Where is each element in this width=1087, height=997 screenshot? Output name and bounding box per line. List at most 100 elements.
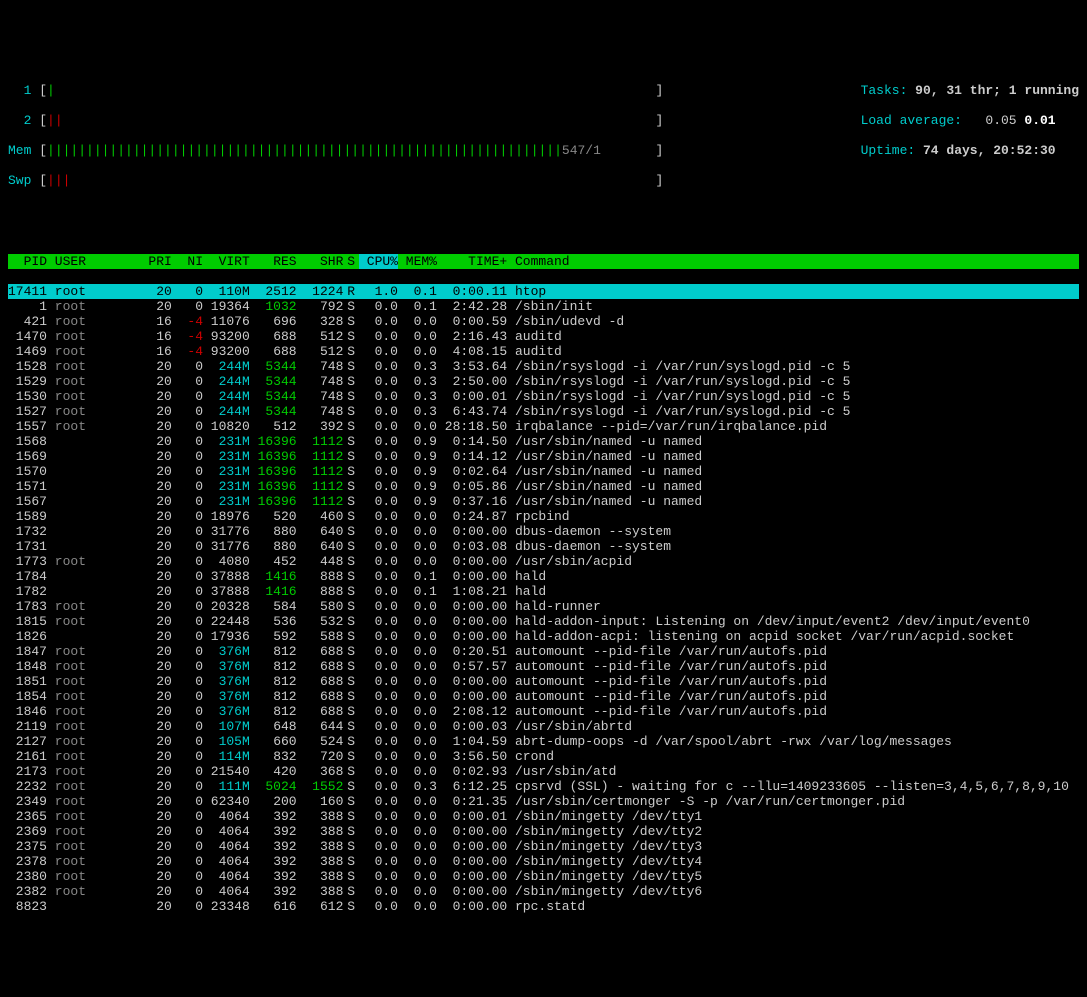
cell-mem: 0.0 — [398, 824, 437, 839]
cell-mem: 0.0 — [398, 524, 437, 539]
cell-ni: 0 — [172, 374, 203, 389]
table-row[interactable]: 2127root200105M660524S0.00.01:04.59abrt-… — [8, 734, 1079, 749]
table-row[interactable]: 1570200231M163961112S0.00.90:02.64/usr/s… — [8, 464, 1079, 479]
col-header-cpu[interactable]: CPU% — [359, 254, 398, 269]
table-row[interactable]: 2119root200107M648644S0.00.00:00.03/usr/… — [8, 719, 1079, 734]
cell-pid: 1568 — [8, 434, 47, 449]
table-row[interactable]: 1528root200244M5344748S0.00.33:53.64/sbi… — [8, 359, 1079, 374]
cell-virt: 62340 — [203, 794, 250, 809]
table-row[interactable]: 1470root16-493200688512S0.00.02:16.43aud… — [8, 329, 1079, 344]
cell-res: 200 — [250, 794, 297, 809]
table-row[interactable]: 2382root2004064392388S0.00.00:00.00/sbin… — [8, 884, 1079, 899]
table-row[interactable]: 2173root20021540420368S0.00.00:02.93/usr… — [8, 764, 1079, 779]
cell-cpu: 0.0 — [359, 344, 398, 359]
col-header-virt[interactable]: VIRT — [203, 254, 250, 269]
table-row[interactable]: 173220031776880640S0.00.00:00.00dbus-dae… — [8, 524, 1079, 539]
col-header-user[interactable]: USER — [47, 254, 133, 269]
swp-open: [ — [39, 173, 47, 188]
col-header-ni[interactable]: NI — [172, 254, 203, 269]
cell-pid: 1847 — [8, 644, 47, 659]
table-row[interactable]: 2378root2004064392388S0.00.00:00.00/sbin… — [8, 854, 1079, 869]
table-row[interactable]: 1557root20010820512392S0.00.028:18.50irq… — [8, 419, 1079, 434]
cell-mem: 0.0 — [398, 539, 437, 554]
table-row[interactable]: 182620017936592588S0.00.00:00.00hald-add… — [8, 629, 1079, 644]
table-row[interactable]: 1568200231M163961112S0.00.90:14.50/usr/s… — [8, 434, 1079, 449]
table-row[interactable]: 1571200231M163961112S0.00.90:05.86/usr/s… — [8, 479, 1079, 494]
cell-res: 1416 — [250, 569, 297, 584]
cell-shr: 580 — [297, 599, 344, 614]
process-table-body[interactable]: 17411root200110M25121224R1.00.10:00.11ht… — [8, 284, 1079, 914]
table-row[interactable]: 1530root200244M5344748S0.00.30:00.01/sbi… — [8, 389, 1079, 404]
cell-cpu: 0.0 — [359, 434, 398, 449]
table-row[interactable]: 1773root2004080452448S0.00.00:00.00/usr/… — [8, 554, 1079, 569]
cell-cpu: 0.0 — [359, 689, 398, 704]
col-header-pri[interactable]: PRI — [133, 254, 172, 269]
table-row[interactable]: 1815root20022448536532S0.00.00:00.00hald… — [8, 614, 1079, 629]
table-row[interactable]: 2349root20062340200160S0.00.00:21.35/usr… — [8, 794, 1079, 809]
table-row[interactable]: 17411root200110M25121224R1.00.10:00.11ht… — [8, 284, 1079, 299]
table-row[interactable]: 2161root200114M832720S0.00.03:56.50crond — [8, 749, 1079, 764]
cell-virt: 231M — [203, 479, 250, 494]
cell-mem: 0.0 — [398, 644, 437, 659]
col-header-mem[interactable]: MEM% — [398, 254, 437, 269]
cell-virt: 4064 — [203, 854, 250, 869]
col-header-time[interactable]: TIME+ — [437, 254, 507, 269]
table-row[interactable]: 1529root200244M5344748S0.00.32:50.00/sbi… — [8, 374, 1079, 389]
cell-cmd: automount --pid-file /var/run/autofs.pid — [507, 689, 827, 704]
table-row[interactable]: 1783root20020328584580S0.00.00:00.00hald… — [8, 599, 1079, 614]
table-row[interactable]: 421root16-411076696328S0.00.00:00.59/sbi… — [8, 314, 1079, 329]
table-row[interactable]: 158920018976520460S0.00.00:24.87rpcbind — [8, 509, 1079, 524]
table-row[interactable]: 2375root2004064392388S0.00.00:00.00/sbin… — [8, 839, 1079, 854]
cell-shr: 640 — [297, 524, 344, 539]
table-row[interactable]: 1848root200376M812688S0.00.00:57.57autom… — [8, 659, 1079, 674]
table-row[interactable]: 1784200378881416888S0.00.10:00.00hald — [8, 569, 1079, 584]
cell-mem: 0.0 — [398, 554, 437, 569]
cell-s: S — [343, 629, 359, 644]
cell-s: S — [343, 389, 359, 404]
table-row[interactable]: 1469root16-493200688512S0.00.04:08.15aud… — [8, 344, 1079, 359]
cell-user: root — [47, 614, 133, 629]
table-row[interactable]: 1851root200376M812688S0.00.00:00.00autom… — [8, 674, 1079, 689]
cell-time: 0:00.00 — [437, 839, 507, 854]
cell-time: 0:00.00 — [437, 554, 507, 569]
cell-mem: 0.0 — [398, 899, 437, 914]
cell-pid: 2161 — [8, 749, 47, 764]
table-row[interactable]: 1527root200244M5344748S0.00.36:43.74/sbi… — [8, 404, 1079, 419]
cell-mem: 0.0 — [398, 764, 437, 779]
process-table-header[interactable]: PIDUSERPRINIVIRTRESSHRSCPU%MEM%TIME+Comm… — [8, 254, 1079, 269]
col-header-cmd[interactable]: Command — [507, 254, 569, 269]
cell-pri: 20 — [133, 809, 172, 824]
table-row[interactable]: 1854root200376M812688S0.00.00:00.00autom… — [8, 689, 1079, 704]
table-row[interactable]: 1846root200376M812688S0.00.02:08.12autom… — [8, 704, 1079, 719]
col-header-pid[interactable]: PID — [8, 254, 47, 269]
table-row[interactable]: 1782200378881416888S0.00.11:08.21hald — [8, 584, 1079, 599]
cell-ni: 0 — [172, 734, 203, 749]
cell-user: root — [47, 599, 133, 614]
cell-res: 2512 — [250, 284, 297, 299]
table-row[interactable]: 2232root200111M50241552S0.00.36:12.25cps… — [8, 779, 1079, 794]
cpu1-bar: | — [47, 83, 55, 98]
cell-cpu: 0.0 — [359, 839, 398, 854]
table-row[interactable]: 1567200231M163961112S0.00.90:37.16/usr/s… — [8, 494, 1079, 509]
table-row[interactable]: 882320023348616612S0.00.00:00.00rpc.stat… — [8, 899, 1079, 914]
cell-pri: 20 — [133, 449, 172, 464]
table-row[interactable]: 2369root2004064392388S0.00.00:00.00/sbin… — [8, 824, 1079, 839]
table-row[interactable]: 2380root2004064392388S0.00.00:00.00/sbin… — [8, 869, 1079, 884]
cell-mem: 0.3 — [398, 404, 437, 419]
cell-s: S — [343, 599, 359, 614]
cell-mem: 0.3 — [398, 389, 437, 404]
table-row[interactable]: 2365root2004064392388S0.00.00:00.01/sbin… — [8, 809, 1079, 824]
table-row[interactable]: 1569200231M163961112S0.00.90:14.12/usr/s… — [8, 449, 1079, 464]
cell-pri: 16 — [133, 314, 172, 329]
table-row[interactable]: 1847root200376M812688S0.00.00:20.51autom… — [8, 644, 1079, 659]
cell-res: 648 — [250, 719, 297, 734]
col-header-res[interactable]: RES — [250, 254, 297, 269]
col-header-s[interactable]: S — [343, 254, 359, 269]
col-header-shr[interactable]: SHR — [297, 254, 344, 269]
table-row[interactable]: 1root200193641032792S0.00.12:42.28/sbin/… — [8, 299, 1079, 314]
table-row[interactable]: 173120031776880640S0.00.00:03.08dbus-dae… — [8, 539, 1079, 554]
cell-virt: 376M — [203, 674, 250, 689]
cell-user: root — [47, 299, 133, 314]
cell-pid: 1557 — [8, 419, 47, 434]
cell-pid: 2375 — [8, 839, 47, 854]
